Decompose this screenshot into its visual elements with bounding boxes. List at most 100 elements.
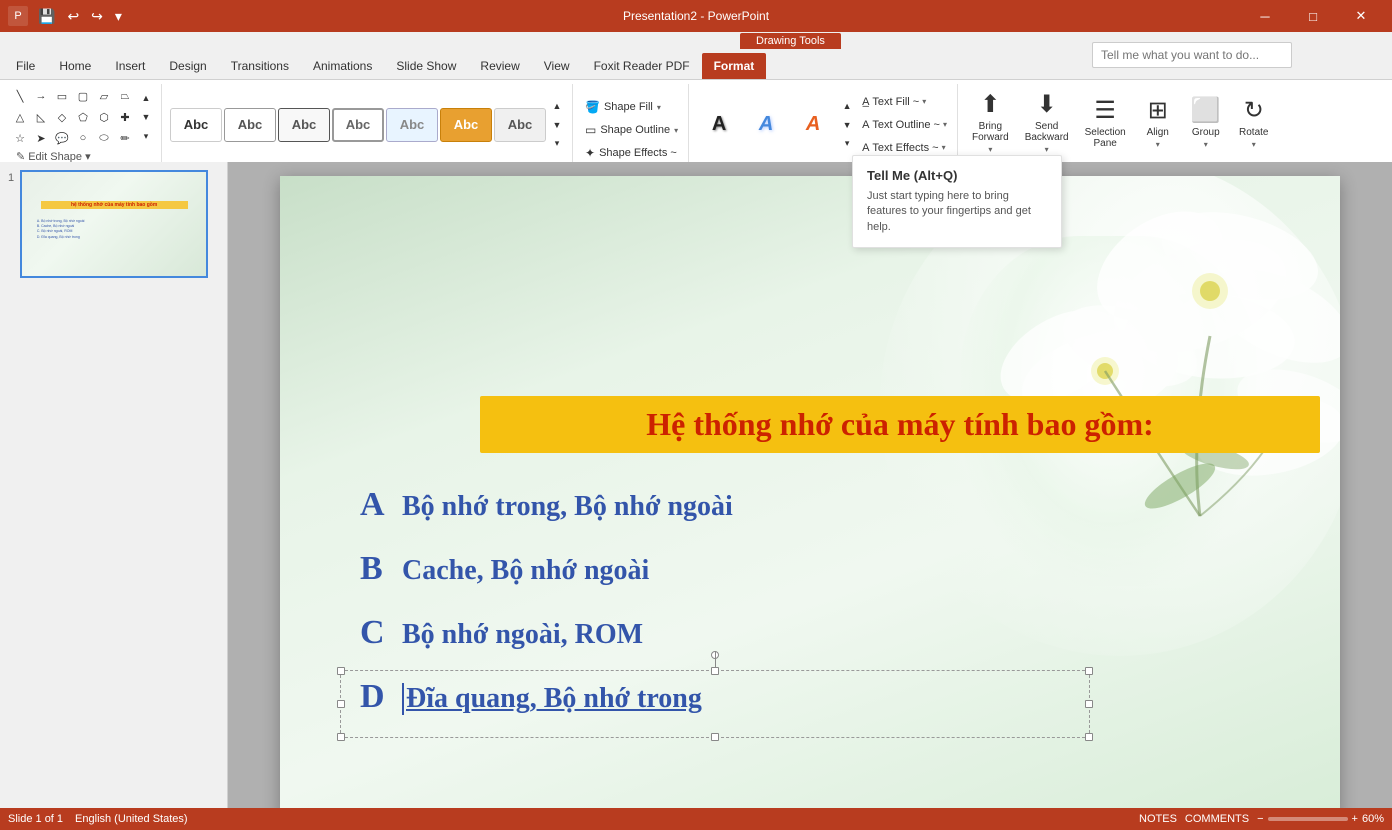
tab-foxitreader[interactable]: Foxit Reader PDF <box>582 53 702 79</box>
shapes-scroll-up[interactable]: ▲ <box>137 89 155 107</box>
notes-button[interactable]: NOTES <box>1139 813 1177 825</box>
shape-outline-dropdown[interactable]: ▾ <box>674 126 678 135</box>
zoom-slider[interactable] <box>1268 817 1348 821</box>
shape-style-1[interactable]: Abc <box>170 108 222 142</box>
shape-rect[interactable]: ▭ <box>52 86 72 106</box>
rotate-dropdown[interactable]: ▾ <box>1252 140 1256 149</box>
shape-style-2[interactable]: Abc <box>224 108 276 142</box>
wordart-style-3[interactable]: A <box>791 106 835 144</box>
shape-arrow-right[interactable]: ➤ <box>31 128 51 148</box>
text-effects-icon: A <box>862 142 869 154</box>
close-button[interactable]: ✕ <box>1338 0 1384 32</box>
tab-slideshow[interactable]: Slide Show <box>384 53 468 79</box>
shape-trapezoid[interactable]: ⏢ <box>115 86 135 106</box>
minimize-button[interactable]: ─ <box>1242 0 1288 32</box>
wordart-row: A A A ▲ ▼ ▾ <box>697 97 856 153</box>
shape-line[interactable]: ╲ <box>10 86 30 106</box>
shape-style-4[interactable]: Abc <box>332 108 384 142</box>
styles-scroll-down[interactable]: ▼ <box>548 116 566 134</box>
slide-number: 1 <box>8 170 14 184</box>
group-dropdown[interactable]: ▾ <box>1204 140 1208 149</box>
shape-callout[interactable]: 💬 <box>52 128 72 148</box>
shape-fill-button[interactable]: 🪣 Shape Fill ▾ <box>581 96 682 118</box>
wordart-scroll-down[interactable]: ▼ <box>838 116 856 134</box>
wordart-expand[interactable]: ▾ <box>838 135 856 153</box>
shape-style-5[interactable]: Abc <box>386 108 438 142</box>
undo-button[interactable]: ↩ <box>63 6 83 27</box>
tab-file[interactable]: File <box>4 53 47 79</box>
text-fill-button[interactable]: A̲ Text Fill ~ ▾ <box>858 91 951 113</box>
shape-cylinder[interactable]: ⬭ <box>94 128 114 148</box>
slide-title-box[interactable]: Hệ thống nhớ của máy tính bao gồm: <box>480 396 1320 453</box>
option-d[interactable]: D Đĩa quang, Bộ nhớ trong <box>360 678 733 716</box>
bring-forward-button[interactable]: ⬆ BringForward ▾ <box>966 86 1015 158</box>
thumb-title: hệ thống nhớ của máy tính bao gồm <box>41 201 188 209</box>
text-outline-icon: A <box>862 119 869 131</box>
shape-freeform[interactable]: ✏ <box>115 128 135 148</box>
shape-arrow-line[interactable]: → <box>31 86 51 106</box>
shape-style-6[interactable]: Abc <box>440 108 492 142</box>
slide-canvas[interactable]: Hệ thống nhớ của máy tính bao gồm: A Bộ … <box>280 176 1340 816</box>
shape-options-content: 🪣 Shape Fill ▾ ▭ Shape Outline ▾ ✦ Shape… <box>581 86 682 174</box>
selection-pane-button[interactable]: ☰ SelectionPane <box>1079 86 1132 158</box>
shape-right-triangle[interactable]: ◺ <box>31 107 51 127</box>
shape-fill-icon: 🪣 <box>585 100 600 114</box>
group-icon: ⬜ <box>1191 96 1221 125</box>
save-button[interactable]: 💾 <box>34 6 59 27</box>
shape-outline-button[interactable]: ▭ Shape Outline ▾ <box>581 119 682 141</box>
wordart-style-2[interactable]: A <box>744 106 788 144</box>
group-button[interactable]: ⬜ Group ▾ <box>1184 86 1228 158</box>
shape-parallelogram[interactable]: ▱ <box>94 86 114 106</box>
search-input[interactable] <box>1092 42 1292 68</box>
tab-format[interactable]: Format <box>702 53 767 79</box>
shape-plus[interactable]: ✚ <box>115 107 135 127</box>
tab-view[interactable]: View <box>532 53 582 79</box>
text-fill-dropdown[interactable]: ▾ <box>922 97 926 106</box>
text-outline-button[interactable]: A Text Outline ~ ▾ <box>858 114 951 136</box>
bring-forward-dropdown[interactable]: ▾ <box>988 145 992 154</box>
text-effects-dropdown[interactable]: ▾ <box>942 143 946 152</box>
shape-options-col: 🪣 Shape Fill ▾ ▭ Shape Outline ▾ ✦ Shape… <box>581 96 682 164</box>
zoom-out-button[interactable]: − <box>1257 813 1263 825</box>
text-outline-dropdown[interactable]: ▾ <box>943 120 947 129</box>
comments-button[interactable]: COMMENTS <box>1185 813 1249 825</box>
send-backward-button[interactable]: ⬇ SendBackward ▾ <box>1019 86 1075 158</box>
shape-fill-dropdown[interactable]: ▾ <box>657 103 661 112</box>
shape-triangle[interactable]: △ <box>10 107 30 127</box>
slide-info: Slide 1 of 1 <box>8 813 63 825</box>
rotate-button[interactable]: ↻ Rotate ▾ <box>1232 86 1276 158</box>
shape-rounded-rect[interactable]: ▢ <box>73 86 93 106</box>
maximize-button[interactable]: □ <box>1290 0 1336 32</box>
shapes-scroll-down[interactable]: ▼ <box>137 108 155 126</box>
wordart-scroll-up[interactable]: ▲ <box>838 97 856 115</box>
tab-review[interactable]: Review <box>468 53 531 79</box>
wordart-style-1[interactable]: A <box>697 106 741 144</box>
styles-expand[interactable]: ▾ <box>548 135 566 153</box>
shape-circle[interactable]: ○ <box>73 128 93 148</box>
tab-home[interactable]: Home <box>47 53 103 79</box>
rotate-handle[interactable] <box>711 651 719 659</box>
shape-style-7[interactable]: Abc <box>494 108 546 142</box>
shapes-expand[interactable]: ▾ <box>137 127 155 145</box>
shape-hexagon[interactable]: ⬡ <box>94 107 114 127</box>
send-backward-dropdown[interactable]: ▾ <box>1045 145 1049 154</box>
tab-insert[interactable]: Insert <box>103 53 157 79</box>
tab-transitions[interactable]: Transitions <box>219 53 301 79</box>
option-a-text: Bộ nhớ trong, Bộ nhớ ngoài <box>402 491 733 523</box>
shape-diamond[interactable]: ◇ <box>52 107 72 127</box>
shape-styles-grid: Abc Abc Abc Abc Abc Abc Abc <box>170 108 546 142</box>
align-dropdown[interactable]: ▾ <box>1156 140 1160 149</box>
customize-button[interactable]: ▾ <box>111 6 126 27</box>
tab-animations[interactable]: Animations <box>301 53 384 79</box>
redo-button[interactable]: ↪ <box>87 6 107 27</box>
shape-star[interactable]: ☆ <box>10 128 30 148</box>
slide-thumbnail[interactable]: hệ thống nhớ của máy tính bao gồm A. Bộ … <box>20 170 208 278</box>
shape-style-3[interactable]: Abc <box>278 108 330 142</box>
zoom-in-button[interactable]: + <box>1352 813 1358 825</box>
align-button[interactable]: ⊞ Align ▾ <box>1136 86 1180 158</box>
shape-pentagon[interactable]: ⬠ <box>73 107 93 127</box>
styles-scroll-up[interactable]: ▲ <box>548 97 566 115</box>
shape-effects-button[interactable]: ✦ Shape Effects ~ <box>581 142 682 164</box>
option-c-letter: C <box>360 614 390 652</box>
tab-design[interactable]: Design <box>157 53 218 79</box>
